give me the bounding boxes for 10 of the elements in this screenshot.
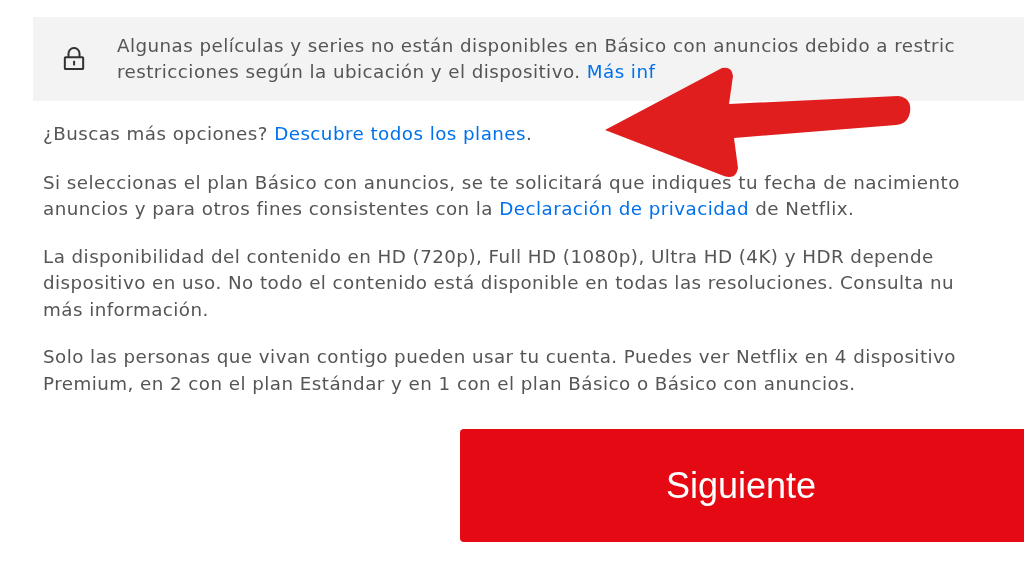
- link[interactable]: Más inf: [586, 61, 656, 82]
- paragraph: Si seleccionas el plan Básico con anuncios, se te solicitará que indiques tu fecha de nacimiento anuncios y para otros fines consistentes con la Declaración de privacidad de Netflix.: [43, 170, 961, 221]
- next-button[interactable]: Siguiente: [460, 429, 1024, 542]
- notice-text: Algunas películas y series no están disponibles en Básico con anuncios debido a restric restricciones según la ubicación y el dispositivo. Más inf: [117, 34, 956, 84]
- paragraph: La disponibilidad del contenido en HD (720p), Full HD (1080p), Ultra HD (4K) y HDR depende dispositivo en uso. No todo el contenido está disponible en todas las resoluciones. Consulta nu más información.: [43, 244, 956, 322]
- link[interactable]: Declaración de privacidad: [499, 198, 750, 219]
- paragraph: Solo las personas que vivan contigo pueden usar tu cuenta. Puedes ver Netflix en 4 dispositivo Premium, en 2 con el plan Estándar y en 1 con el plan Básico o Básico con anuncios.: [43, 345, 957, 396]
- lock-icon: [63, 47, 85, 71]
- link[interactable]: Descubre todos los planes: [274, 123, 526, 144]
- paragraph: ¿Buscas más opciones? Descubre todos los planes.: [43, 122, 534, 146]
